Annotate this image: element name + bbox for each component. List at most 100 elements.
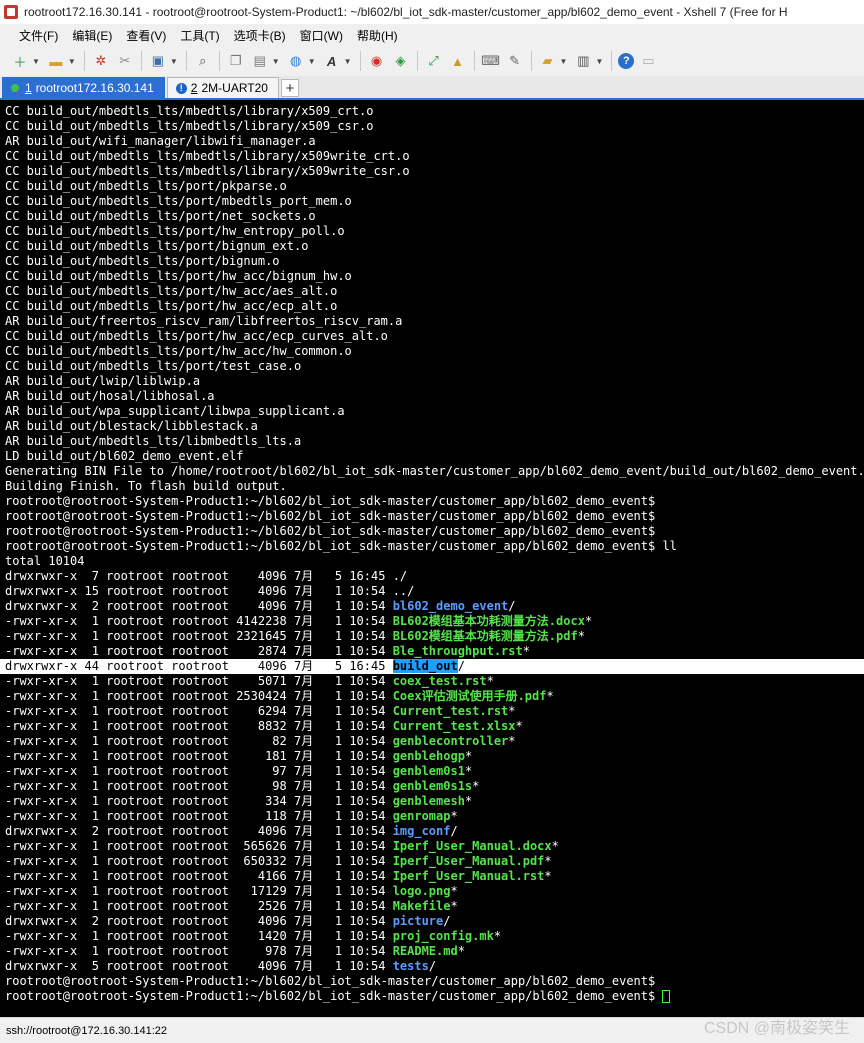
new-session-icon[interactable]: ＋ [10, 51, 30, 71]
listing-filename: build_out [392, 659, 458, 673]
compose-icon[interactable]: ✎ [505, 51, 525, 71]
terminal-line: rootroot@rootroot-System-Product1:~/bl60… [5, 509, 656, 523]
listing-row: -rwxr-xr-x 1 rootroot rootroot 6294 7月 1… [0, 704, 864, 719]
add-tab-button[interactable]: + [280, 79, 299, 97]
menu-tools[interactable]: 工具(T) [173, 27, 226, 44]
tab-session-2[interactable]: ! 2 2M-UART20 [166, 77, 279, 98]
open-dropdown-icon[interactable]: ▼ [68, 57, 76, 66]
listing-row: -rwxr-xr-x 1 rootroot rootroot 2530424 7… [0, 689, 864, 704]
disconnect-icon[interactable]: ✂ [115, 51, 135, 71]
listing-filename: img_conf [392, 824, 451, 838]
layout-icon[interactable]: ▥ [573, 51, 593, 71]
toolbar-separator [359, 51, 361, 71]
listing-meta: -rwxr-xr-x 1 rootroot rootroot 978 7月 1 … [5, 944, 393, 958]
connected-status-icon [11, 84, 19, 92]
lock-icon[interactable]: ▲ [448, 51, 468, 71]
tab-session-1[interactable]: 1 rootroot172.16.30.141 [2, 77, 165, 98]
tab-label: 2M-UART20 [201, 81, 268, 95]
listing-row: drwxrwxr-x 44 rootroot rootroot 4096 7月 … [0, 659, 864, 674]
listing-meta: -rwxr-xr-x 1 rootroot rootroot 2526 7月 1… [5, 899, 393, 913]
tab-number: 2 [190, 81, 198, 95]
reconnect-icon[interactable]: ✲ [91, 51, 111, 71]
listing-type-suffix: * [464, 764, 473, 778]
menu-edit[interactable]: 编辑(E) [65, 27, 119, 44]
xagent-icon[interactable]: ◈ [391, 51, 411, 71]
xftp-icon[interactable]: ◉ [367, 51, 387, 71]
listing-meta: -rwxr-xr-x 1 rootroot rootroot 98 7月 1 1… [5, 779, 393, 793]
menu-file[interactable]: 文件(F) [12, 27, 65, 44]
listing-filename: genblecontroller [392, 734, 509, 748]
listing-type-suffix: / [457, 659, 465, 673]
toolbar-separator [140, 51, 142, 71]
listing-row: -rwxr-xr-x 1 rootroot rootroot 17129 7月 … [0, 884, 864, 899]
help-icon[interactable]: ? [618, 53, 635, 69]
terminal-line: LD build_out/bl602_demo_event.elf [5, 449, 244, 463]
terminal-cursor [662, 990, 671, 1003]
globe-dropdown-icon[interactable]: ▼ [308, 57, 316, 66]
listing-type-suffix: * [544, 854, 552, 868]
terminal-line: CC build_out/mbedtls_lts/mbedtls/library… [5, 104, 374, 118]
terminal-line: AR build_out/lwip/liblwip.a [5, 374, 201, 388]
listing-filename: genblem0s1s [392, 779, 473, 793]
layout-dropdown-icon[interactable]: ▼ [595, 57, 603, 66]
listing-row: -rwxr-xr-x 1 rootroot rootroot 5071 7月 1… [0, 674, 864, 689]
terminal-prompt-line: rootroot@rootroot-System-Product1:~/bl60… [0, 989, 864, 1004]
listing-meta: drwxrwxr-x 2 rootroot rootroot 4096 7月 1… [5, 824, 393, 838]
terminal-line: CC build_out/mbedtls_lts/port/mbedtls_po… [5, 194, 352, 208]
open-folder-icon[interactable]: ▬ [46, 51, 66, 71]
toolbar-separator [611, 51, 613, 71]
properties-dropdown-icon[interactable]: ▼ [170, 57, 178, 66]
font-icon[interactable]: A [322, 51, 342, 71]
toolbar-separator [473, 51, 475, 71]
listing-filename: ../ [392, 584, 415, 598]
chat-icon[interactable]: ▭ [638, 51, 658, 71]
menu-tab[interactable]: 选项卡(B) [227, 27, 293, 44]
listing-type-suffix: * [457, 944, 465, 958]
menu-window[interactable]: 窗口(W) [293, 27, 350, 44]
find-icon[interactable]: ⌕ [193, 51, 213, 71]
listing-type-suffix: * [486, 674, 494, 688]
copy-icon[interactable]: ❐ [226, 51, 246, 71]
new-session-dropdown-icon[interactable]: ▼ [32, 57, 40, 66]
terminal-line: CC build_out/mbedtls_lts/port/pkparse.o [5, 179, 287, 193]
listing-row: drwxrwxr-x 2 rootroot rootroot 4096 7月 1… [0, 824, 864, 839]
terminal-line: CC build_out/mbedtls_lts/port/hw_entropy… [5, 224, 345, 238]
properties-icon[interactable]: ▣ [148, 51, 168, 71]
font-dropdown-icon[interactable]: ▼ [344, 57, 352, 66]
fullscreen-icon[interactable]: ⤢ [424, 51, 444, 71]
terminal-line: CC build_out/mbedtls_lts/mbedtls/library… [5, 149, 410, 163]
listing-meta: drwxrwxr-x 44 rootroot rootroot 4096 7月 … [5, 659, 393, 673]
menu-help[interactable]: 帮助(H) [350, 27, 405, 44]
listing-filename: ./ [392, 569, 408, 583]
listing-type-suffix: * [464, 794, 473, 808]
listing-filename: BL602模组基本功耗测量方法.pdf [392, 629, 578, 643]
listing-row: -rwxr-xr-x 1 rootroot rootroot 4142238 7… [0, 614, 864, 629]
keyboard-icon[interactable]: ⌨ [481, 51, 501, 71]
new-tab-group-icon[interactable]: ▰ [538, 51, 558, 71]
listing-meta: -rwxr-xr-x 1 rootroot rootroot 4142238 7… [5, 614, 393, 628]
listing-type-suffix: * [577, 629, 585, 643]
listing-type-suffix: / [443, 914, 451, 928]
listing-meta: -rwxr-xr-x 1 rootroot rootroot 2530424 7… [5, 689, 393, 703]
globe-icon[interactable]: ◍ [286, 51, 306, 71]
paste-icon[interactable]: ▤ [250, 51, 270, 71]
tab-label: rootroot172.16.30.141 [35, 81, 154, 95]
toolbar-separator [83, 51, 85, 71]
listing-row: -rwxr-xr-x 1 rootroot rootroot 334 7月 1 … [0, 794, 864, 809]
menu-view[interactable]: 查看(V) [119, 27, 173, 44]
terminal-line: Generating BIN File to /home/rootroot/bl… [5, 464, 864, 478]
tab-group-dropdown-icon[interactable]: ▼ [560, 57, 568, 66]
listing-type-suffix: * [493, 929, 502, 943]
listing-filename: Makefile [392, 899, 451, 913]
listing-filename: logo.png [392, 884, 451, 898]
paste-dropdown-icon[interactable]: ▼ [272, 57, 280, 66]
listing-type-suffix: * [450, 884, 458, 898]
listing-row: -rwxr-xr-x 1 rootroot rootroot 2874 7月 1… [0, 644, 864, 659]
listing-filename: Iperf_User_Manual.docx [392, 839, 552, 853]
connection-status-text: ssh://rootroot@172.16.30.141:22 [6, 1024, 167, 1037]
listing-meta: -rwxr-xr-x 1 rootroot rootroot 118 7月 1 … [5, 809, 393, 823]
listing-meta: -rwxr-xr-x 1 rootroot rootroot 650332 7月… [5, 854, 393, 868]
listing-type-suffix: * [508, 704, 516, 718]
listing-filename: coex_test.rst [392, 674, 487, 688]
terminal-output[interactable]: CC build_out/mbedtls_lts/mbedtls/library… [0, 100, 864, 1017]
